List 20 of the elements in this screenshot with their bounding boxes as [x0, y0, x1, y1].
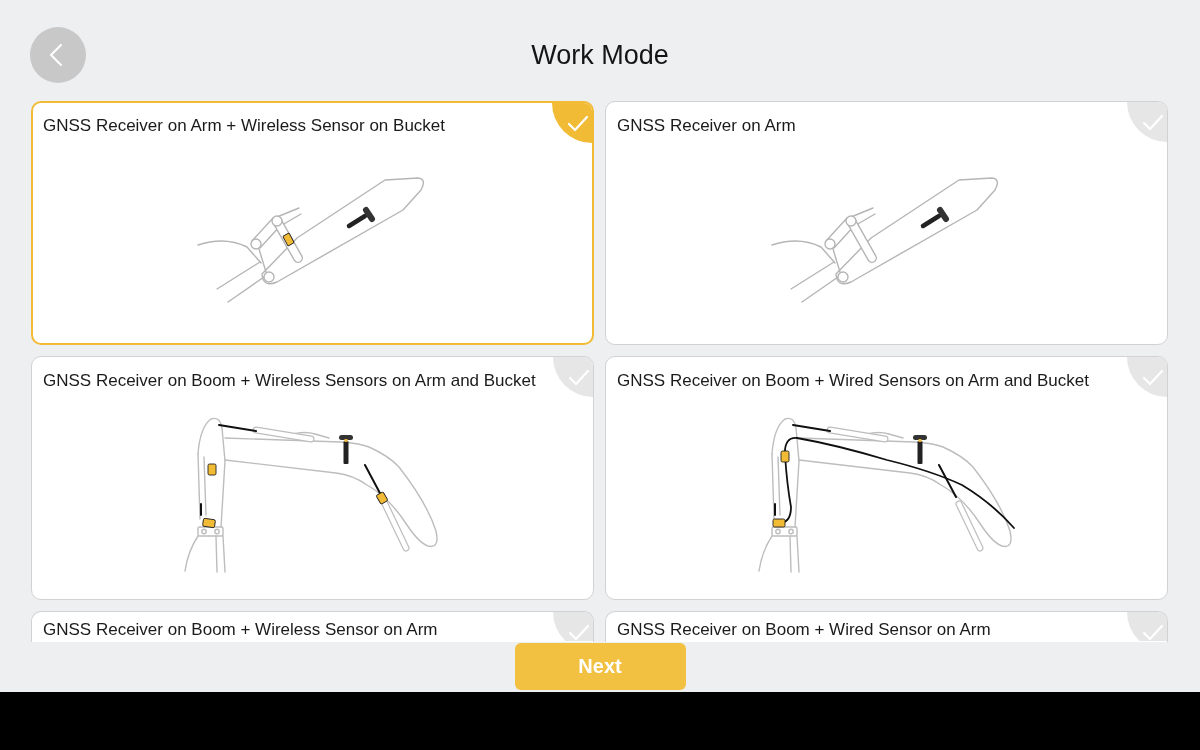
work-mode-card[interactable]: GNSS Receiver on Arm + Wireless Sensor on Bucket	[31, 101, 594, 345]
work-mode-card[interactable]: GNSS Receiver on Boom + Wired Sensor on Arm	[605, 611, 1168, 642]
check-icon	[1127, 102, 1167, 142]
card-title: GNSS Receiver on Arm + Wireless Sensor on Bucket	[43, 115, 445, 136]
card-title: GNSS Receiver on Arm	[617, 115, 796, 136]
check-icon	[553, 612, 593, 641]
card-title: GNSS Receiver on Boom + Wireless Sensor on Arm	[43, 619, 438, 640]
work-mode-card[interactable]: GNSS Receiver on Boom + Wireless Sensor on Arm	[31, 611, 594, 642]
work-mode-card[interactable]: GNSS Receiver on Boom + Wireless Sensors on Arm and Bucket	[31, 356, 594, 600]
card-title: GNSS Receiver on Boom + Wireless Sensors on Arm and Bucket	[43, 370, 536, 391]
page-title: Work Mode	[531, 38, 669, 72]
work-mode-card[interactable]: GNSS Receiver on Boom + Wired Sensors on Arm and Bucket	[605, 356, 1168, 600]
check-icon	[1127, 357, 1167, 397]
card-title: GNSS Receiver on Boom + Wired Sensors on Arm and Bucket	[617, 370, 1089, 391]
work-mode-card[interactable]: GNSS Receiver on Arm	[605, 101, 1168, 345]
check-icon	[552, 103, 592, 143]
check-icon	[553, 357, 593, 397]
check-icon	[1127, 612, 1167, 641]
chevron-left-icon	[50, 43, 62, 66]
card-title: GNSS Receiver on Boom + Wired Sensor on Arm	[617, 619, 991, 640]
